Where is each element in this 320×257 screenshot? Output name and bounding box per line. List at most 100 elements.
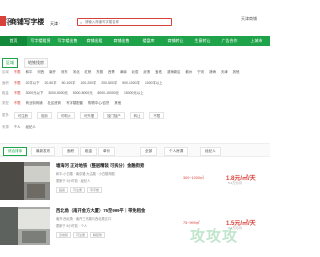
filter-chip[interactable]: 可明火 [56,112,75,119]
listing-photo[interactable] [0,162,50,200]
nav-item-home[interactable]: 首页 [0,36,27,46]
filter-option[interactable]: 河西 [37,69,44,74]
filter-chip[interactable]: 可注册 [13,112,32,119]
listing-address: 南开-西北角 · 南开三马路与西北角交口 [56,217,111,221]
nav-item[interactable]: 写字楼出售 [54,36,81,46]
nav-item[interactable]: 楼盘库 [135,36,162,46]
filter-row-source: 来源 个人 经纪人 [2,124,36,129]
filter-chip[interactable]: 临街 [36,112,52,119]
listing-meta: 更新于 3小时前 · 经纪人 [56,179,91,183]
filter-option[interactable]: 购物中心/百货 [88,100,109,105]
tag: 精装修 [90,232,106,238]
filter-option[interactable]: 100-200平 [81,80,97,85]
filter-option[interactable]: 写字楼配套 [66,100,83,105]
filter-option[interactable]: 蓟州 [186,69,193,74]
filter-option[interactable]: 滨海新区 [167,69,181,74]
listing-price-sub: 5.4万元/月 [228,181,243,185]
search-box[interactable]: ⌕ [77,18,172,26]
filter-option[interactable]: 天津 [221,69,228,74]
sort-option[interactable]: 经纪人 [200,147,221,156]
listing-photo[interactable] [0,207,50,245]
filter-option[interactable]: 15000元以上 [124,90,144,95]
listing-title[interactable]: 西北角（南开金方大厦）75至999平｜带免租金 [56,208,145,214]
filter-label: 来源 [2,125,9,129]
filter-option[interactable]: 津南 [120,69,127,74]
listing-tags: 近地铁 可注册 精装修 [56,232,106,238]
sort-option[interactable]: 全部 [140,147,158,156]
filter-row-type: 类型 不限 商业街商铺 社区底商 写字楼配套 购物中心/百货 其他 [2,100,121,105]
filter-option[interactable]: 其他 [114,100,121,105]
filter-option[interactable]: 不限 [14,69,21,74]
filter-chip[interactable]: 可外摆 [79,112,99,119]
sort-option[interactable]: 最新发布 [31,147,56,156]
filter-option[interactable]: 其他 [233,69,240,74]
city-select[interactable]: 天津 · [50,21,60,27]
filter-option[interactable]: 不限 [14,90,21,95]
sort-option[interactable]: 综合排序 [3,147,28,156]
filter-option[interactable]: 和平 [26,69,33,74]
filter-option[interactable]: 宁河 [197,69,204,74]
filter-option[interactable]: 500-1000平 [122,80,140,85]
header-right-link[interactable]: 天津商铺 [241,16,257,22]
search-icon: ⌕ [80,20,83,25]
tag: 写字楼 [87,187,103,193]
nav-item[interactable]: 广告合作 [216,36,243,46]
filter-option[interactable]: 河北 [73,69,80,74]
nav-item[interactable]: 商铺转让 [162,36,189,46]
tag: 近地铁 [56,232,72,238]
nav-item[interactable]: 写字楼租赁 [27,36,54,46]
sort-option[interactable]: 租金 [80,147,98,156]
nav-item[interactable]: 生意转让 [189,36,216,46]
filter-chip[interactable]: 转让 [129,112,145,119]
filter-option[interactable]: 商业街商铺 [26,100,43,105]
filter-option[interactable]: 3000元以下 [26,90,44,95]
filter-option[interactable]: 宝坻 [155,69,162,74]
search-input[interactable] [85,19,170,25]
tab-district[interactable]: 区域 [2,58,18,68]
listing-meta: 更新于 5小时前 · 个人 [56,224,87,228]
filter-option[interactable]: 5000-8000元 [73,90,93,95]
filter-option[interactable]: 东丽 [96,69,103,74]
filter-option[interactable]: 北辰 [132,69,139,74]
filter-chip[interactable]: 独门独户 [103,112,125,119]
filter-row-area: 面积 不限 20平以下 20-50平 50-100平 100-200平 200-… [2,80,163,85]
filter-option[interactable]: 南开 [49,69,56,74]
filter-option[interactable]: 西青 [108,69,115,74]
filter-row-price: 租金 不限 3000元以下 3000-5000元 5000-8000元 8000… [2,90,144,95]
site-name[interactable]: 商铺写字楼 [10,17,44,27]
filter-option[interactable]: 静海 [209,69,216,74]
filter-option[interactable]: 50-100平 [62,80,76,85]
filter-option[interactable]: 红桥 [84,69,91,74]
header: 客 商铺写字楼 天津 · ⌕ 天津商铺 [0,0,270,26]
filter-option[interactable]: 经纪人 [26,124,36,129]
listing-card[interactable]: 塘海河 正对地铁（整层精装 可拆分）金融街旁 和平-小白楼 · 南京路 大沽路 … [0,162,270,206]
filter-option[interactable]: 8000-15000元 [98,90,120,95]
filter-option[interactable]: 不限 [14,80,21,85]
filter-option[interactable]: 1000平以上 [145,80,163,85]
nav-item[interactable]: 商铺出售 [108,36,135,46]
sort-option[interactable]: 个人房源 [164,147,189,156]
filter-option[interactable]: 20平以下 [26,80,40,85]
sort-option[interactable]: 单价 [98,147,116,156]
watermark: 攻攻攻 [190,228,239,245]
filter-option[interactable]: 社区底商 [48,100,62,105]
filter-chip[interactable]: 不限 [149,112,165,119]
nav-item[interactable]: 商铺出租 [81,36,108,46]
nav-item[interactable]: 上城市 [243,36,270,46]
filter-option[interactable]: 3000-5000元 [48,90,68,95]
tag: 可注册 [70,187,86,193]
filter-option[interactable]: 河东 [61,69,68,74]
tab-subway[interactable]: 地铁找房 [24,58,48,68]
filter-label: 更多 [2,113,9,117]
filter-option[interactable]: 个人 [14,124,21,129]
listing-title[interactable]: 塘海河 正对地铁（整层精装 可拆分）金融街旁 [56,163,144,169]
filter-label: 租金 [2,91,9,95]
listing-address: 和平-小白楼 · 南京路 大沽路 · 小白楼商圈 [56,172,115,176]
sort-option[interactable]: 面积 [62,147,80,156]
filter-option[interactable]: 武清 [143,69,150,74]
filter-option[interactable]: 200-500平 [101,80,117,85]
tag: 可注册 [73,232,89,238]
filter-option[interactable]: 20-50平 [45,80,57,85]
sort-bar: 综合排序 最新发布 面积 租金 单价 全部 个人房源 经纪人 [0,143,270,157]
filter-option[interactable]: 不限 [14,100,21,105]
